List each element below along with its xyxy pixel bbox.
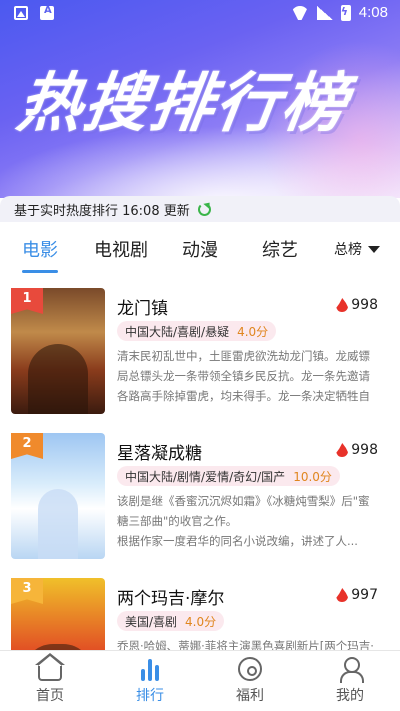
nav-home-label: 首页 [36, 688, 64, 704]
user-icon [338, 657, 364, 683]
hero-banner: 热搜排行榜 [0, 0, 400, 198]
active-tab-indicator [22, 270, 58, 273]
app-notification-icon: A [40, 5, 54, 20]
list-item[interactable]: 1 龙门镇 998 中国大陆/喜剧/悬疑 4.0分 清末民初乱世中，土匪雷虎欲洗… [0, 278, 400, 423]
heat-score: 997 [336, 587, 378, 603]
flame-icon [336, 298, 349, 312]
tab-tv-series[interactable]: 电视剧 [94, 236, 148, 262]
heat-value: 997 [351, 587, 378, 603]
nav-profile-label: 我的 [336, 688, 364, 704]
disc-icon [238, 657, 262, 681]
bottom-nav: 首页 排行 福利 我的 [0, 650, 400, 711]
chevron-down-icon [368, 245, 380, 253]
status-time: 4:08 [358, 4, 388, 21]
tab-anime[interactable]: 动漫 [182, 236, 218, 262]
nav-home[interactable]: 首页 [0, 651, 100, 711]
nav-ranking-label: 排行 [136, 688, 164, 704]
item-description: 乔恩·哈姆、蒂娜·菲将主演黑色喜剧新片[两个玛吉·摩 [117, 639, 374, 650]
heat-score: 998 [336, 442, 378, 458]
list-item[interactable]: 3 两个玛吉·摩尔 997 美国/喜剧 4.0分 乔恩·哈姆、蒂娜·菲将主演黑色… [0, 568, 400, 650]
ranking-bars-icon [138, 657, 162, 681]
tab-movie[interactable]: 电影 [22, 236, 58, 262]
rating-score: 4.0分 [237, 324, 269, 339]
item-tags: 中国大陆/剧情/爱情/奇幻/国产 10.0分 [117, 466, 340, 486]
signal-icon [316, 5, 333, 20]
item-title[interactable]: 星落凝成糖 [117, 439, 202, 464]
list-item[interactable]: 2 星落凝成糖 998 中国大陆/剧情/爱情/奇幻/国产 10.0分 该剧是继《… [0, 423, 400, 568]
hero-title: 热搜排行榜 [12, 67, 354, 141]
nav-profile[interactable]: 我的 [300, 651, 400, 711]
genre-tags: 中国大陆/喜剧/悬疑 [125, 324, 230, 339]
item-title[interactable]: 两个玛吉·摩尔 [117, 584, 224, 609]
flame-icon [336, 443, 349, 457]
gallery-notification-icon [14, 6, 28, 20]
item-tags: 美国/喜剧 4.0分 [117, 611, 225, 631]
home-icon [35, 653, 65, 681]
category-tabs: 电影 电视剧 动漫 综艺 总榜 [0, 222, 400, 278]
update-bar: 基于实时热度排行 16:08 更新 [0, 196, 400, 222]
wifi-icon [291, 6, 309, 20]
battery-icon [340, 4, 351, 21]
update-text: 基于实时热度排行 16:08 更新 [14, 203, 190, 219]
item-description: 该剧是继《香蜜沉沉烬如霜》《冰糖炖雪梨》后"蜜糖三部曲"的收官之作。 根据作家一… [117, 494, 370, 548]
heat-score: 998 [336, 297, 378, 313]
ranking-list: 1 龙门镇 998 中国大陆/喜剧/悬疑 4.0分 清末民初乱世中，土匪雷虎欲洗… [0, 278, 400, 650]
item-tags: 中国大陆/喜剧/悬疑 4.0分 [117, 321, 277, 341]
flame-icon [336, 588, 349, 602]
nav-welfare-label: 福利 [236, 688, 264, 704]
sort-dropdown[interactable]: 总榜 [334, 239, 380, 259]
genre-tags: 中国大陆/剧情/爱情/奇幻/国产 [125, 469, 286, 484]
status-bar: A 4:08 [0, 0, 400, 28]
item-description: 清末民初乱世中，土匪雷虎欲洗劫龙门镇。龙威镖局总镖头龙一条带领全镇乡民反抗。龙一… [117, 349, 370, 403]
nav-ranking[interactable]: 排行 [100, 651, 200, 711]
sort-label: 总榜 [334, 242, 362, 258]
item-title[interactable]: 龙门镇 [117, 294, 168, 319]
heat-value: 998 [351, 297, 378, 313]
tab-variety[interactable]: 综艺 [262, 236, 298, 262]
rating-score: 4.0分 [185, 614, 217, 629]
refresh-icon[interactable] [197, 202, 211, 216]
heat-value: 998 [351, 442, 378, 458]
rating-score: 10.0分 [293, 469, 332, 484]
nav-welfare[interactable]: 福利 [200, 651, 300, 711]
genre-tags: 美国/喜剧 [125, 614, 178, 629]
